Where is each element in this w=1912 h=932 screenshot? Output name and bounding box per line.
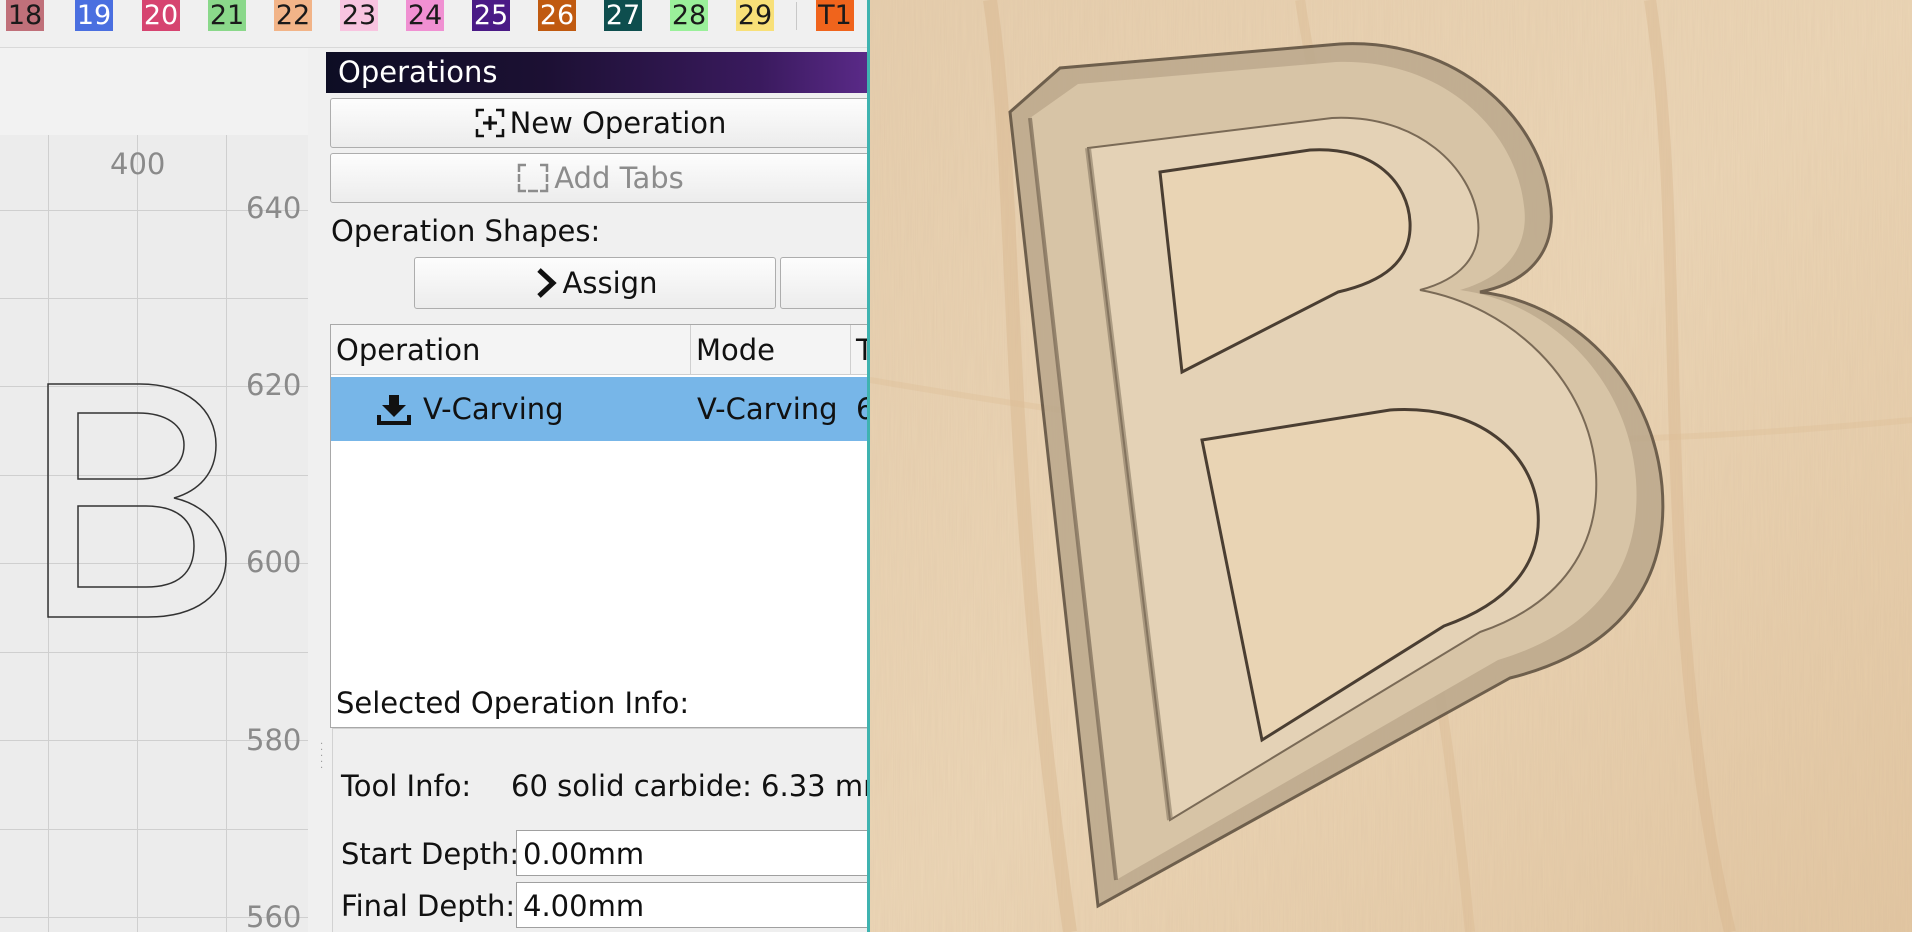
chevron-right-icon [536, 268, 557, 298]
layer-swatch-25[interactable]: 25 [472, 0, 510, 31]
operation-mode-cell: V-Carving [697, 392, 838, 426]
unassign-button[interactable] [780, 257, 868, 309]
x-axis-label: 400 [110, 147, 166, 181]
operation-shapes-label: Operation Shapes: [331, 214, 601, 248]
add-tabs-button[interactable]: Add Tabs [330, 153, 868, 203]
design-canvas[interactable]: 400 640 620 600 580 560 [0, 48, 308, 932]
y-axis-label: 640 [246, 191, 302, 225]
column-header-tool[interactable]: T [851, 325, 868, 375]
operations-panel: Operations New Operation Add Tabs Operat… [326, 52, 868, 932]
column-header-mode[interactable]: Mode [691, 325, 851, 375]
y-axis-label: 560 [246, 900, 302, 932]
letter-b-shape[interactable] [46, 381, 236, 621]
layer-swatch-22[interactable]: 22 [274, 0, 312, 31]
final-depth-label: Final Depth: [341, 889, 516, 923]
y-axis-label: 600 [246, 545, 302, 579]
layer-swatch-20[interactable]: 20 [142, 0, 180, 31]
carved-letter-b-preview [870, 0, 1912, 932]
layer-swatch-24[interactable]: 24 [406, 0, 444, 31]
canvas-ruler-strip [0, 48, 308, 135]
layer-swatch-19[interactable]: 19 [75, 0, 113, 31]
layer-swatch-27[interactable]: 27 [604, 0, 642, 31]
add-tabs-icon [517, 163, 549, 193]
column-header-operation[interactable]: Operation [331, 325, 691, 375]
swatch-separator [796, 2, 797, 30]
selected-operation-info-box: Tool Info: 60 solid carbide: 6.33 mm Sta… [332, 728, 868, 932]
new-operation-label: New Operation [509, 106, 727, 140]
operation-name-cell: V-Carving [423, 392, 564, 426]
download-icon [377, 395, 411, 425]
canvas-grid[interactable]: 400 640 620 600 580 560 [0, 135, 308, 932]
layer-swatch-26[interactable]: 26 [538, 0, 576, 31]
selected-operation-info-label: Selected Operation Info: [336, 686, 690, 720]
y-axis-label: 580 [246, 723, 302, 757]
assign-label: Assign [562, 266, 658, 300]
y-axis-label: 620 [246, 368, 302, 402]
operations-table: Operation Mode T V-Carving V-Carving 6 [330, 324, 868, 728]
start-depth-label: Start Depth: [341, 837, 520, 871]
layer-swatch-23[interactable]: 23 [340, 0, 378, 31]
layer-swatch-21[interactable]: 21 [208, 0, 246, 31]
final-depth-input[interactable]: 4.00mm [516, 882, 868, 928]
tool-info-value: 60 solid carbide: 6.33 mm [511, 769, 868, 803]
tool-info-label: Tool Info: [341, 769, 472, 803]
table-row[interactable]: V-Carving V-Carving 6 [331, 377, 868, 441]
layer-color-bar: 18 19 20 21 22 23 24 25 26 27 28 29 T1 [0, 0, 868, 48]
3d-preview-viewport[interactable] [870, 0, 1912, 932]
operations-panel-title: Operations [326, 52, 868, 93]
layer-swatch-18[interactable]: 18 [6, 0, 44, 31]
panel-splitter-handle[interactable]: · · · · · [320, 740, 324, 774]
assign-button[interactable]: Assign [414, 257, 776, 309]
layer-swatch-29[interactable]: 29 [736, 0, 774, 31]
grid-line [0, 652, 308, 653]
grid-line [0, 829, 308, 830]
layer-swatch-28[interactable]: 28 [670, 0, 708, 31]
new-operation-icon [475, 108, 504, 138]
add-tabs-label: Add Tabs [554, 161, 684, 195]
grid-line [0, 298, 308, 299]
tool-swatch-t1[interactable]: T1 [816, 0, 854, 31]
start-depth-input[interactable]: 0.00mm [516, 830, 868, 876]
new-operation-button[interactable]: New Operation [330, 98, 868, 148]
